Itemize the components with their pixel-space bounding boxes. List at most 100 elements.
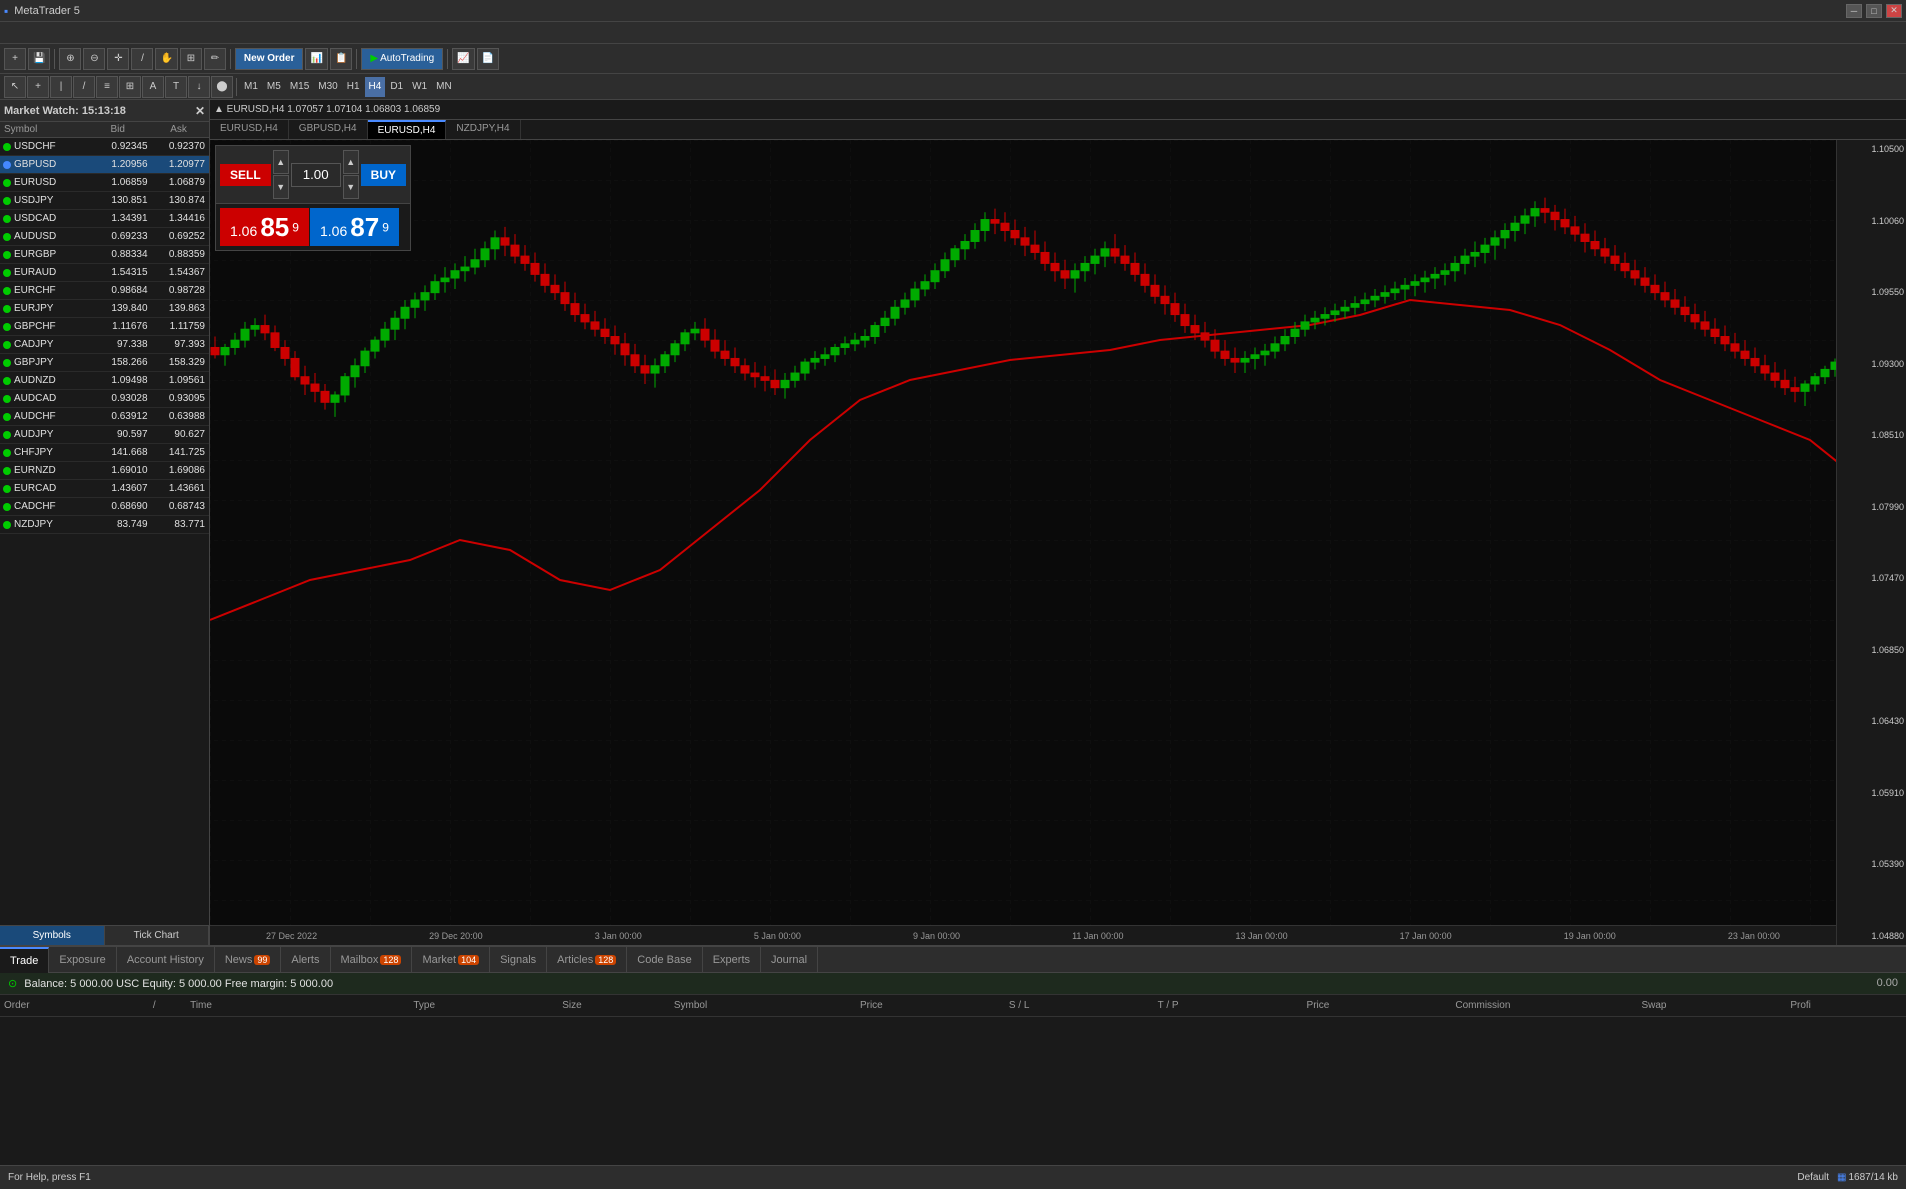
tf-h1[interactable]: H1 [343,77,364,97]
market-watch-row[interactable]: EURCHF 0.98684 0.98728 [0,282,209,300]
market-watch-row[interactable]: EURAUD 1.54315 1.54367 [0,264,209,282]
market-watch-row[interactable]: EURUSD 1.06859 1.06879 [0,174,209,192]
tick-chart-tab[interactable]: Tick Chart [105,926,210,945]
close-button[interactable]: ✕ [1886,4,1902,18]
candle-body [1271,344,1279,351]
symbol-name: EURAUD [14,267,94,278]
market-watch-row[interactable]: EURGBP 0.88334 0.88359 [0,246,209,264]
ellipse-button[interactable]: ⬤ [211,76,233,98]
chart-tab[interactable]: EURUSD,H4 [368,120,447,139]
quantity-input[interactable] [291,163,341,187]
type-col: Type [413,1000,562,1011]
bottom-panel-tab[interactable]: Trade [0,947,49,973]
multi-line-button[interactable]: ≡ [96,76,118,98]
text-button[interactable]: A [142,76,164,98]
chart-tab[interactable]: NZDJPY,H4 [446,120,520,139]
indicators-button[interactable]: 📈 [452,48,474,70]
bottom-panel-tab[interactable]: Journal [761,947,818,973]
cursor-button[interactable]: ↖ [4,76,26,98]
diagonal-line-button[interactable]: / [73,76,95,98]
tf-h4[interactable]: H4 [365,77,386,97]
market-watch-row[interactable]: CADJPY 97.338 97.393 [0,336,209,354]
bottom-panel-tab[interactable]: Exposure [49,947,116,973]
market-watch-row[interactable]: AUDCAD 0.93028 0.93095 [0,390,209,408]
market-watch-close[interactable]: ✕ [195,104,205,118]
market-watch-row[interactable]: AUDCHF 0.63912 0.63988 [0,408,209,426]
save-button[interactable]: 💾 [28,48,50,70]
bottom-panel-tab[interactable]: Market104 [412,947,490,973]
market-watch-row[interactable]: EURJPY 139.840 139.863 [0,300,209,318]
bottom-panel-tab[interactable]: News99 [215,947,282,973]
market-watch-row[interactable]: EURNZD 1.69010 1.69086 [0,462,209,480]
vertical-line-button[interactable]: | [50,76,72,98]
market-watch-row[interactable]: GBPJPY 158.266 158.329 [0,354,209,372]
market-watch-row[interactable]: EURCAD 1.43607 1.43661 [0,480,209,498]
tf-d1[interactable]: D1 [386,77,407,97]
arrow-button[interactable]: ↓ [188,76,210,98]
market-watch-row[interactable]: CHFJPY 141.668 141.725 [0,444,209,462]
cross-button[interactable]: + [27,76,49,98]
zoom-button[interactable]: ⊞ [180,48,202,70]
hand-button[interactable]: ✋ [155,48,177,70]
zoom-in-button[interactable]: ⊕ [59,48,81,70]
symbols-tab[interactable]: Symbols [0,926,105,945]
channel-button[interactable]: ⊞ [119,76,141,98]
market-watch-row[interactable]: NZDJPY 83.749 83.771 [0,516,209,534]
market-watch-row[interactable]: GBPCHF 1.11676 1.11759 [0,318,209,336]
bottom-panel-tab[interactable]: Mailbox128 [331,947,413,973]
tf-m15[interactable]: M15 [286,77,313,97]
symbol-ask: 0.93095 [152,393,209,404]
sell-button[interactable]: 📋 [330,48,352,70]
bottom-panel-tab[interactable]: Signals [490,947,547,973]
qty-up-arrow2[interactable]: ▲ [343,150,359,174]
tab-label: Exposure [59,954,105,966]
autotrading-button[interactable]: ▶ AutoTrading [361,48,443,70]
chart-canvas[interactable]: SELL ▲ ▼ ▲ ▼ BUY 1.06 85 [210,140,1906,945]
new-chart-button[interactable]: + [4,48,26,70]
qty-up-arrow[interactable]: ▲ [273,150,289,174]
tab-label: Alerts [291,954,319,966]
market-watch-row[interactable]: CADCHF 0.68690 0.68743 [0,498,209,516]
symbol-name: CHFJPY [14,447,94,458]
bottom-panel-tab[interactable]: Experts [703,947,761,973]
zoom-out-button[interactable]: ⊖ [83,48,105,70]
qty-down-arrow2[interactable]: ▼ [343,175,359,199]
bottom-panel-tab[interactable]: Account History [117,947,215,973]
new-order-button[interactable]: New Order [235,48,304,70]
buy-price-sup: 9 [382,220,389,234]
symbol-bid: 158.266 [94,357,151,368]
tf-mn[interactable]: MN [432,77,456,97]
tf-m1[interactable]: M1 [240,77,262,97]
maximize-button[interactable]: □ [1866,4,1882,18]
tf-w1[interactable]: W1 [408,77,431,97]
pen-button[interactable]: ✏ [204,48,226,70]
sell-price[interactable]: 1.06 85 9 [220,208,309,246]
market-watch-row[interactable]: USDJPY 130.851 130.874 [0,192,209,210]
buy-price[interactable]: 1.06 87 9 [310,208,399,246]
crosshair-button[interactable]: ✛ [107,48,129,70]
tf-m5[interactable]: M5 [263,77,285,97]
buy-button[interactable]: 📊 [305,48,327,70]
chart-tab[interactable]: GBPUSD,H4 [289,120,368,139]
line-button[interactable]: / [131,48,153,70]
price-level-label: 1.09550 [1839,287,1904,297]
chart-symbol-info: ▲ EURUSD,H4 1.07057 1.07104 1.06803 1.06… [214,104,440,115]
market-watch-row[interactable]: USDCAD 1.34391 1.34416 [0,210,209,228]
market-watch-row[interactable]: AUDNZD 1.09498 1.09561 [0,372,209,390]
qty-down-arrow[interactable]: ▼ [273,175,289,199]
buy-button[interactable]: BUY [361,164,406,186]
bottom-panel-tab[interactable]: Articles128 [547,947,627,973]
chart-tab[interactable]: EURUSD,H4 [210,120,289,139]
bottom-panel-tab[interactable]: Alerts [281,947,330,973]
label-button[interactable]: T [165,76,187,98]
symbol-bid: 0.63912 [94,411,151,422]
market-watch-row[interactable]: GBPUSD 1.20956 1.20977 [0,156,209,174]
market-watch-row[interactable]: AUDUSD 0.69233 0.69252 [0,228,209,246]
market-watch-row[interactable]: USDCHF 0.92345 0.92370 [0,138,209,156]
bottom-panel-tab[interactable]: Code Base [627,947,702,973]
template-button[interactable]: 📄 [477,48,499,70]
market-watch-row[interactable]: AUDJPY 90.597 90.627 [0,426,209,444]
sell-button[interactable]: SELL [220,164,271,186]
minimize-button[interactable]: ─ [1846,4,1862,18]
tf-m30[interactable]: M30 [314,77,341,97]
